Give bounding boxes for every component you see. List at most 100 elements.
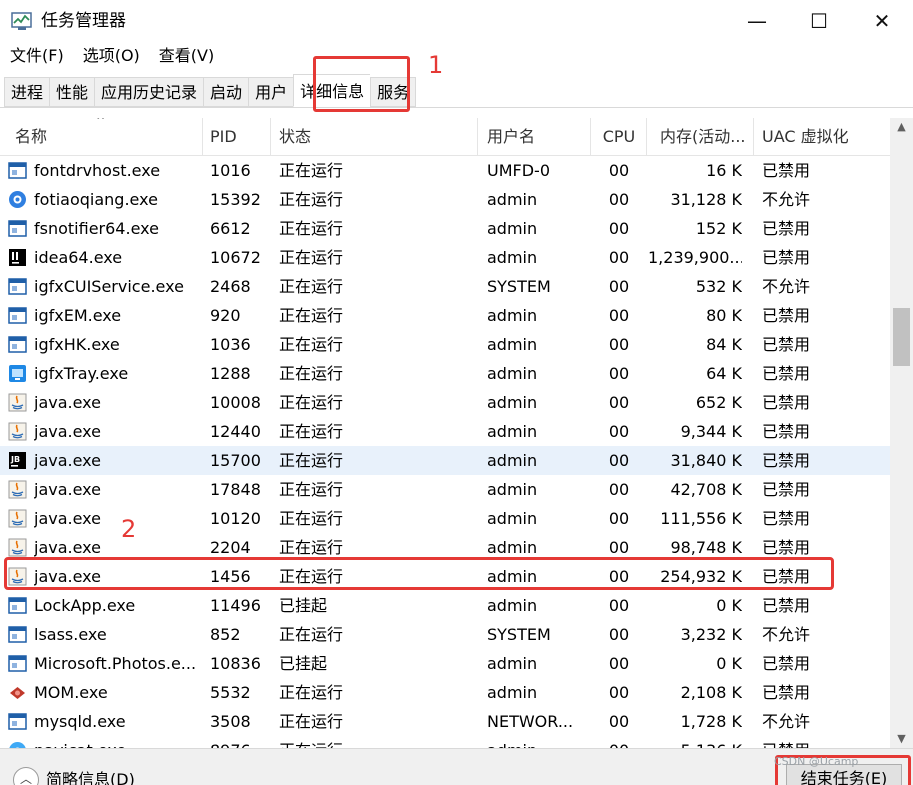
process-status: 正在运行 (279, 248, 344, 267)
process-memory: 3,232 K (680, 625, 742, 644)
fewer-details-link[interactable]: 简略信息(D) (46, 769, 135, 785)
column-header-uac[interactable]: UAC 虚拟化 (762, 118, 882, 156)
process-status: 正在运行 (279, 219, 344, 238)
process-memory: 9,344 K (680, 422, 742, 441)
process-uac: 不允许 (762, 190, 811, 209)
column-header-name[interactable]: 名称 (15, 118, 200, 156)
process-user: admin (487, 219, 538, 238)
process-pid: 11496 (210, 596, 261, 615)
process-status: 正在运行 (279, 683, 344, 702)
collapse-chevron-up-icon[interactable]: ︿ (13, 767, 39, 785)
task-manager-icon (11, 11, 33, 31)
process-user: admin (487, 364, 538, 383)
process-cpu: 00 (608, 683, 630, 702)
java-icon (8, 509, 27, 528)
column-divider[interactable] (753, 118, 754, 156)
minimize-button[interactable]: — (726, 0, 788, 42)
process-uac: 已禁用 (762, 422, 811, 441)
window-icon (8, 161, 27, 180)
tab-startup[interactable]: 启动 (203, 77, 249, 107)
process-status: 已挂起 (279, 654, 328, 673)
close-button[interactable]: ✕ (851, 0, 913, 42)
process-name: fontdrvhost.exe (34, 161, 161, 180)
process-uac: 已禁用 (762, 683, 811, 702)
watermark-text: CSDN @Ucamp (774, 755, 859, 768)
process-user: admin (487, 509, 538, 528)
menu-options[interactable]: 选项(O) (73, 43, 149, 69)
menu-file[interactable]: 文件(F) (0, 43, 73, 69)
process-user: SYSTEM (487, 625, 551, 644)
process-memory: 1,239,900... (648, 248, 742, 267)
tab-app-history[interactable]: 应用历史记录 (94, 77, 204, 107)
table-row[interactable]: fotiaoqiang.exe 15392 正在运行 admin 00 31,128 K 不… (0, 185, 890, 214)
column-divider[interactable] (477, 118, 478, 156)
scroll-down-arrow-icon[interactable]: ▼ (890, 730, 913, 748)
process-memory: 16 K (706, 161, 742, 180)
scrollbar-thumb[interactable] (893, 308, 910, 366)
process-pid: 17848 (210, 480, 261, 499)
menu-view[interactable]: 查看(V) (149, 43, 223, 69)
table-row[interactable]: java.exe 17848 正在运行 admin 00 42,708 K 已禁用 (0, 475, 890, 504)
process-name: igfxEM.exe (34, 306, 122, 325)
process-name: java.exe (34, 451, 101, 470)
process-cpu: 00 (608, 625, 630, 644)
process-uac: 已禁用 (762, 393, 811, 412)
process-user: admin (487, 393, 538, 412)
column-divider[interactable] (646, 118, 647, 156)
column-divider[interactable] (590, 118, 591, 156)
details-table: ^ 名称 PID 状态 用户名 CPU 内存(活动... UAC 虚拟化 fon… (0, 118, 890, 748)
maximize-button[interactable]: ☐ (788, 0, 850, 42)
window-title: 任务管理器 (41, 11, 126, 31)
table-row[interactable]: java.exe 12440 正在运行 admin 00 9,344 K 已禁用 (0, 417, 890, 446)
process-memory: 111,556 K (660, 509, 742, 528)
process-user: admin (487, 422, 538, 441)
process-pid: 1016 (210, 161, 251, 180)
process-memory: 0 K (716, 596, 742, 615)
intellij-icon (8, 248, 27, 267)
column-header-pid[interactable]: PID (210, 118, 268, 156)
tab-processes[interactable]: 进程 (4, 77, 50, 107)
process-pid: 1288 (210, 364, 251, 383)
intel-tray-icon (8, 364, 27, 383)
vertical-scrollbar[interactable]: ▲ ▼ (890, 118, 913, 748)
column-header-status[interactable]: 状态 (279, 118, 469, 156)
column-divider[interactable] (270, 118, 271, 156)
window-icon (8, 625, 27, 644)
process-user: UMFD-0 (487, 161, 550, 180)
table-row[interactable]: navicat.exe 8976 正在运行 admin 00 5,136 K 已禁用 (0, 736, 890, 748)
column-header-cpu[interactable]: CPU (598, 118, 640, 156)
process-cpu: 00 (608, 248, 630, 267)
table-row[interactable]: igfxCUIService.exe 2468 正在运行 SYSTEM 00 532 K 不… (0, 272, 890, 301)
tab-performance[interactable]: 性能 (49, 77, 95, 107)
scroll-up-arrow-icon[interactable]: ▲ (890, 118, 913, 136)
table-row[interactable]: fsnotifier64.exe 6612 正在运行 admin 00 152 K 已禁用 (0, 214, 890, 243)
table-row[interactable]: LockApp.exe 11496 已挂起 admin 00 0 K 已禁用 (0, 591, 890, 620)
column-header-memory[interactable]: 内存(活动... (660, 118, 748, 156)
table-row[interactable]: MOM.exe 5532 正在运行 admin 00 2,108 K 已禁用 (0, 678, 890, 707)
column-header-user[interactable]: 用户名 (487, 118, 582, 156)
table-row[interactable]: igfxHK.exe 1036 正在运行 admin 00 84 K 已禁用 (0, 330, 890, 359)
process-user: admin (487, 306, 538, 325)
table-row[interactable]: JB java.exe 15700 正在运行 admin 00 31,840 K 已禁用 (0, 446, 890, 475)
table-row[interactable]: fontdrvhost.exe 1016 正在运行 UMFD-0 00 16 K 已禁用 (0, 156, 890, 185)
process-pid: 2468 (210, 277, 251, 296)
process-cpu: 00 (608, 335, 630, 354)
tab-users[interactable]: 用户 (248, 77, 294, 107)
table-row[interactable]: igfxEM.exe 920 正在运行 admin 00 80 K 已禁用 (0, 301, 890, 330)
process-memory: 652 K (695, 393, 742, 412)
table-row[interactable]: igfxTray.exe 1288 正在运行 admin 00 64 K 已禁用 (0, 359, 890, 388)
table-row[interactable]: mysqld.exe 3508 正在运行 NETWOR... 00 1,728 K 不允许 (0, 707, 890, 736)
table-row[interactable]: lsass.exe 852 正在运行 SYSTEM 00 3,232 K 不允许 (0, 620, 890, 649)
table-row[interactable]: Microsoft.Photos.e... 10836 已挂起 admin 00 0 K 已… (0, 649, 890, 678)
annotation-number-2: 2 (121, 515, 137, 543)
process-uac: 已禁用 (762, 219, 811, 238)
process-name: java.exe (34, 393, 101, 412)
process-status: 正在运行 (279, 190, 344, 209)
process-memory: 2,108 K (680, 683, 742, 702)
table-row[interactable]: java.exe 10008 正在运行 admin 00 652 K 已禁用 (0, 388, 890, 417)
column-divider[interactable] (202, 118, 203, 156)
process-status: 正在运行 (279, 509, 344, 528)
process-status: 正在运行 (279, 277, 344, 296)
table-row[interactable]: idea64.exe 10672 正在运行 admin 00 1,239,900... 已禁… (0, 243, 890, 272)
process-user: admin (487, 335, 538, 354)
